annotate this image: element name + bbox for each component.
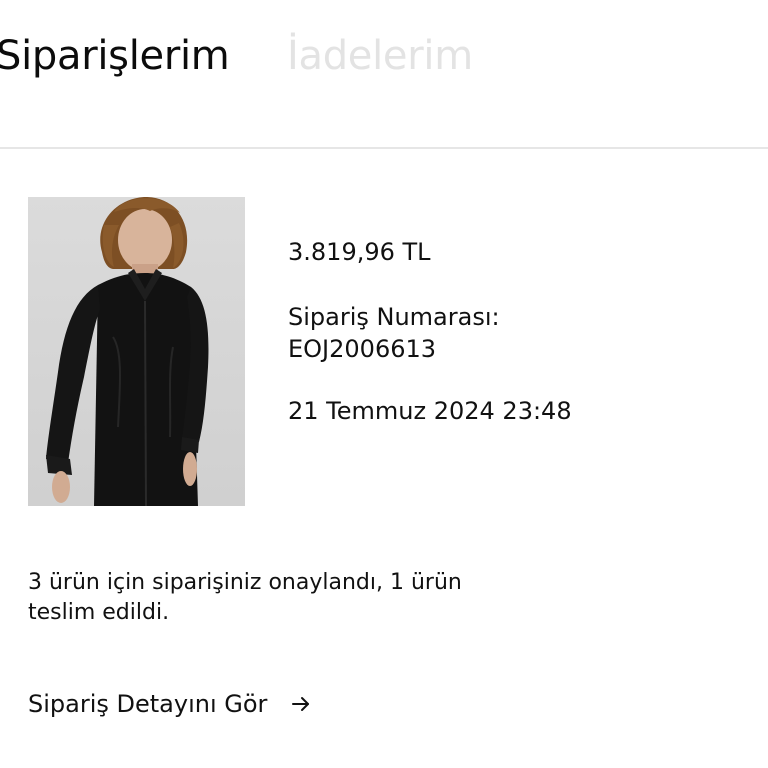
tab-siparislerim[interactable]: Siparişlerim bbox=[0, 33, 230, 79]
product-image[interactable] bbox=[28, 197, 245, 506]
order-date: 21 Temmuz 2024 23:48 bbox=[288, 397, 572, 425]
arrow-right-icon bbox=[289, 692, 313, 716]
orders-page: Siparişlerim İadelerim 3.819,96 TL Sipar… bbox=[0, 0, 768, 768]
order-detail-link[interactable]: Sipariş Detayını Gör bbox=[28, 690, 313, 718]
order-number-label: Sipariş Numarası: bbox=[288, 303, 500, 331]
order-tabs: Siparişlerim İadelerim bbox=[0, 0, 768, 148]
order-price: 3.819,96 TL bbox=[288, 238, 431, 266]
tabs-divider bbox=[0, 147, 768, 149]
product-photo-illustration bbox=[28, 197, 245, 506]
order-detail-link-label: Sipariş Detayını Gör bbox=[28, 690, 268, 718]
tab-iadelerim[interactable]: İadelerim bbox=[287, 33, 473, 79]
order-number: EOJ2006613 bbox=[288, 335, 437, 363]
order-status-text: 3 ürün için siparişiniz onaylandı, 1 ürü… bbox=[28, 570, 462, 625]
